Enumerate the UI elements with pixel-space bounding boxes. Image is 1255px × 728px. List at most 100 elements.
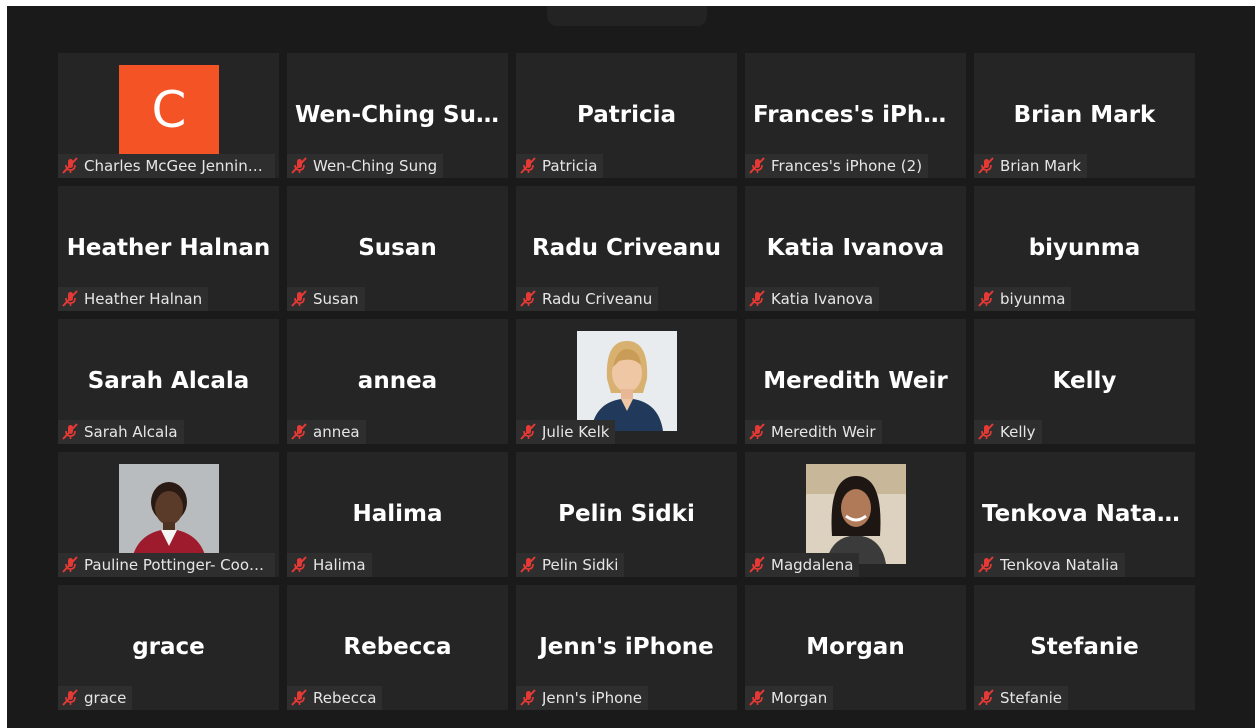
participant-label: Susan	[313, 290, 359, 308]
gallery-view: C Charles McGee Jennings ... Wen-Ching S…	[7, 6, 1255, 728]
participant-tile[interactable]: C Charles McGee Jennings ...	[58, 53, 279, 178]
participant-name-tag: grace	[58, 686, 133, 710]
participant-name-tag: Meredith Weir	[745, 420, 882, 444]
participant-tile[interactable]: Tenkova Natalia Tenkova Natalia	[974, 452, 1195, 577]
participant-label: Jenn's iPhone	[542, 689, 643, 707]
participant-tile[interactable]: Wen-Ching Sung Wen-Ching Sung	[287, 53, 508, 178]
participant-tile[interactable]: Halima Halima	[287, 452, 508, 577]
participant-label: Rebecca	[313, 689, 377, 707]
participant-name-tag: Pelin Sidki	[516, 553, 625, 577]
participant-display-name: Radu Criveanu	[531, 235, 722, 261]
participant-label: Pelin Sidki	[542, 556, 619, 574]
participant-name-tag: Tenkova Natalia	[974, 553, 1125, 577]
participant-display-name: annea	[357, 368, 438, 394]
participant-name-tag: annea	[287, 420, 366, 444]
participant-name-tag: Morgan	[745, 686, 834, 710]
participant-display-name: Tenkova Natalia	[982, 501, 1189, 527]
participant-tile[interactable]: Susan Susan	[287, 186, 508, 311]
participant-name-tag: Susan	[287, 287, 365, 311]
participant-display-name: grace	[132, 634, 205, 660]
muted-mic-icon	[976, 423, 996, 441]
muted-mic-icon	[60, 290, 80, 308]
participant-display-name: Katia Ivanova	[766, 235, 945, 261]
muted-mic-icon	[518, 290, 538, 308]
avatar: C	[119, 65, 219, 155]
participant-label: Pauline Pottinger- Cooper	[84, 556, 269, 574]
muted-mic-icon	[518, 157, 538, 175]
participant-display-name: Pelin Sidki	[558, 501, 695, 527]
muted-mic-icon	[747, 556, 767, 574]
participant-label: Charles McGee Jennings ...	[84, 157, 269, 175]
participant-name-tag: Patricia	[516, 154, 604, 178]
participant-tile[interactable]: Heather Halnan Heather Halnan	[58, 186, 279, 311]
participant-label: Radu Criveanu	[542, 290, 653, 308]
participant-display-name: Rebecca	[343, 634, 452, 660]
participant-tile[interactable]: Patricia Patricia	[516, 53, 737, 178]
participant-label: Wen-Ching Sung	[313, 157, 438, 175]
muted-mic-icon	[289, 689, 309, 707]
participant-name-tag: Pauline Pottinger- Cooper	[58, 553, 275, 577]
muted-mic-icon	[976, 689, 996, 707]
participant-tile[interactable]: Pelin Sidki Pelin Sidki	[516, 452, 737, 577]
muted-mic-icon	[747, 423, 767, 441]
participant-tile[interactable]: Katia Ivanova Katia Ivanova	[745, 186, 966, 311]
top-toolbar-handle[interactable]	[547, 6, 707, 26]
muted-mic-icon	[976, 157, 996, 175]
muted-mic-icon	[289, 290, 309, 308]
muted-mic-icon	[518, 556, 538, 574]
participant-grid: C Charles McGee Jennings ... Wen-Ching S…	[58, 53, 1195, 710]
participant-tile[interactable]: Pauline Pottinger- Cooper	[58, 452, 279, 577]
participant-tile[interactable]: Magdalena	[745, 452, 966, 577]
muted-mic-icon	[289, 556, 309, 574]
participant-name-tag: Katia Ivanova	[745, 287, 880, 311]
muted-mic-icon	[60, 556, 80, 574]
participant-tile[interactable]: annea annea	[287, 319, 508, 444]
participant-tile[interactable]: Frances's iPhon... Frances's iPhone (2)	[745, 53, 966, 178]
participant-tile[interactable]: Jenn's iPhone Jenn's iPhone	[516, 585, 737, 710]
participant-label: Kelly	[1000, 423, 1036, 441]
participant-label: Sarah Alcala	[84, 423, 178, 441]
participant-display-name: Halima	[352, 501, 443, 527]
participant-label: Heather Halnan	[84, 290, 203, 308]
participant-label: Magdalena	[771, 556, 854, 574]
participant-name-tag: Rebecca	[287, 686, 383, 710]
participant-label: Morgan	[771, 689, 828, 707]
participant-tile[interactable]: Kelly Kelly	[974, 319, 1195, 444]
participant-name-tag: Julie Kelk	[516, 420, 616, 444]
participant-tile[interactable]: Rebecca Rebecca	[287, 585, 508, 710]
participant-photo	[119, 464, 219, 564]
participant-tile[interactable]: Brian Mark Brian Mark	[974, 53, 1195, 178]
participant-label: grace	[84, 689, 127, 707]
muted-mic-icon	[60, 423, 80, 441]
participant-tile[interactable]: Meredith Weir Meredith Weir	[745, 319, 966, 444]
participant-display-name: Susan	[358, 235, 437, 261]
participant-display-name: Wen-Ching Sung	[295, 102, 508, 128]
participant-tile[interactable]: Julie Kelk	[516, 319, 737, 444]
participant-tile[interactable]: Sarah Alcala Sarah Alcala	[58, 319, 279, 444]
participant-label: annea	[313, 423, 360, 441]
participant-display-name: Stefanie	[1030, 634, 1139, 660]
participant-photo	[806, 464, 906, 564]
participant-name-tag: Heather Halnan	[58, 287, 209, 311]
muted-mic-icon	[60, 157, 80, 175]
participant-name-tag: Charles McGee Jennings ...	[58, 154, 275, 178]
participant-name-tag: Halima	[287, 553, 372, 577]
participant-display-name: Brian Mark	[1013, 102, 1156, 128]
participant-label: Halima	[313, 556, 366, 574]
participant-name-tag: Radu Criveanu	[516, 287, 659, 311]
muted-mic-icon	[747, 157, 767, 175]
participant-label: Patricia	[542, 157, 598, 175]
muted-mic-icon	[289, 423, 309, 441]
muted-mic-icon	[518, 689, 538, 707]
participant-label: Tenkova Natalia	[1000, 556, 1119, 574]
muted-mic-icon	[976, 556, 996, 574]
participant-name-tag: Kelly	[974, 420, 1042, 444]
participant-tile[interactable]: grace grace	[58, 585, 279, 710]
participant-label: Julie Kelk	[542, 423, 610, 441]
participant-name-tag: Magdalena	[745, 553, 860, 577]
participant-display-name: Meredith Weir	[763, 368, 948, 394]
participant-tile[interactable]: biyunma biyunma	[974, 186, 1195, 311]
participant-tile[interactable]: Radu Criveanu Radu Criveanu	[516, 186, 737, 311]
participant-tile[interactable]: Stefanie Stefanie	[974, 585, 1195, 710]
participant-tile[interactable]: Morgan Morgan	[745, 585, 966, 710]
